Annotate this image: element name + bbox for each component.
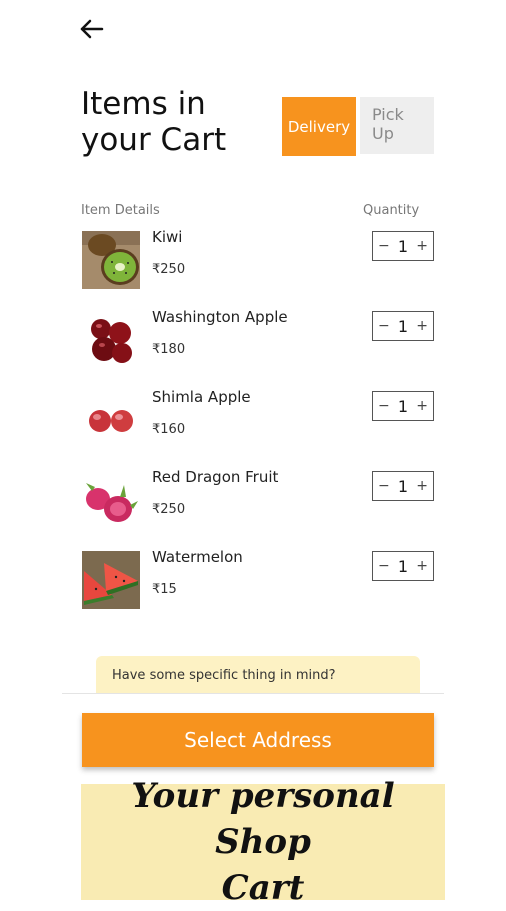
item-price: ₹160 xyxy=(152,422,186,437)
item-price: ₹180 xyxy=(152,342,186,357)
banner-line2: Cart xyxy=(221,868,305,908)
delivery-toggle-button[interactable]: Delivery xyxy=(282,97,356,156)
item-name: Watermelon xyxy=(152,548,243,566)
watermelon-image xyxy=(82,551,140,609)
dragon-fruit-image xyxy=(82,471,140,529)
item-price: ₹15 xyxy=(152,582,177,597)
quantity-value: 1 xyxy=(397,556,409,576)
item-price: ₹250 xyxy=(152,502,186,517)
cart-item-kiwi: Kiwi ₹250 − 1 + xyxy=(82,228,436,301)
cart-item-washington-apple: Washington Apple ₹180 − 1 + xyxy=(82,308,436,381)
page-title: Items in your Cart xyxy=(81,86,226,158)
kiwi-image xyxy=(82,231,140,289)
arrow-left-icon xyxy=(80,19,104,39)
divider xyxy=(62,693,444,694)
washington-apple-image xyxy=(82,311,140,369)
decrease-quantity-button[interactable]: − xyxy=(378,238,390,254)
shimla-apple-image xyxy=(82,391,140,449)
item-name: Kiwi xyxy=(152,228,183,246)
back-button[interactable] xyxy=(78,14,108,44)
pickup-toggle-button[interactable]: Pick Up xyxy=(360,97,434,154)
cart-item-shimla-apple: Shimla Apple ₹160 − 1 + xyxy=(82,388,436,461)
increase-quantity-button[interactable]: + xyxy=(416,318,428,334)
item-name: Washington Apple xyxy=(152,308,288,326)
increase-quantity-button[interactable]: + xyxy=(416,478,428,494)
decrease-quantity-button[interactable]: − xyxy=(378,558,390,574)
quantity-value: 1 xyxy=(397,316,409,336)
specific-request-prompt[interactable]: Have some specific thing in mind? xyxy=(96,656,420,694)
quantity-value: 1 xyxy=(397,476,409,496)
pickup-toggle-label-line1: Pick xyxy=(372,105,404,124)
increase-quantity-button[interactable]: + xyxy=(416,398,428,414)
quantity-stepper: − 1 + xyxy=(372,391,434,421)
item-name: Red Dragon Fruit xyxy=(152,468,279,486)
cart-item-red-dragon-fruit: Red Dragon Fruit ₹250 − 1 + xyxy=(82,468,436,541)
banner-line1: Your personal Shop xyxy=(131,776,395,862)
item-details-header: Item Details xyxy=(81,203,160,218)
page-title-line2: your Cart xyxy=(81,122,227,158)
shop-cart-banner: Your personal Shop Cart xyxy=(81,776,445,908)
quantity-stepper: − 1 + xyxy=(372,311,434,341)
item-name: Shimla Apple xyxy=(152,388,251,406)
pickup-toggle-label-line2: Up xyxy=(372,124,394,143)
quantity-header: Quantity xyxy=(363,203,420,218)
quantity-value: 1 xyxy=(397,236,409,256)
cart-item-watermelon: Watermelon ₹15 − 1 + xyxy=(82,548,436,621)
increase-quantity-button[interactable]: + xyxy=(416,238,428,254)
decrease-quantity-button[interactable]: − xyxy=(378,478,390,494)
quantity-stepper: − 1 + xyxy=(372,471,434,501)
increase-quantity-button[interactable]: + xyxy=(416,558,428,574)
quantity-stepper: − 1 + xyxy=(372,231,434,261)
quantity-value: 1 xyxy=(397,396,409,416)
select-address-button[interactable]: Select Address xyxy=(82,713,434,767)
item-price: ₹250 xyxy=(152,262,186,277)
page-title-line1: Items in xyxy=(81,86,206,122)
delivery-toggle-label: Delivery xyxy=(287,117,351,136)
decrease-quantity-button[interactable]: − xyxy=(378,398,390,414)
decrease-quantity-button[interactable]: − xyxy=(378,318,390,334)
quantity-stepper: − 1 + xyxy=(372,551,434,581)
